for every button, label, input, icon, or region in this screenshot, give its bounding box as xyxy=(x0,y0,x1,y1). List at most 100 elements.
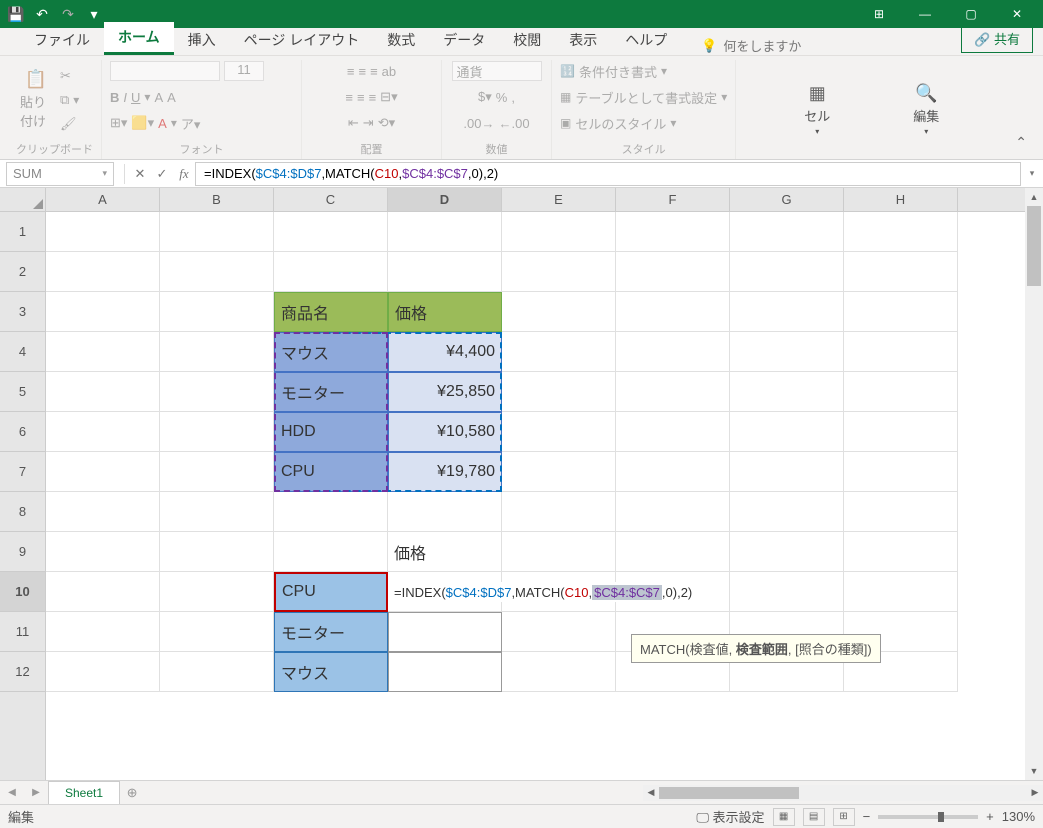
sheet-tab-1[interactable]: Sheet1 xyxy=(48,781,120,804)
indent-decrease-icon[interactable]: ⇤ xyxy=(348,115,359,131)
col-header-G[interactable]: G xyxy=(730,188,844,211)
tab-insert[interactable]: 挿入 xyxy=(174,25,230,55)
cell-D6[interactable]: ¥10,580 xyxy=(388,412,502,452)
cell-C12[interactable]: マウス xyxy=(274,652,388,692)
font-size-dropdown[interactable]: 11 xyxy=(224,61,264,81)
merge-button[interactable]: ⊟▾ xyxy=(380,89,397,105)
phonetic-button[interactable]: ア▾ xyxy=(181,114,201,133)
enter-formula-button[interactable]: ✓ xyxy=(151,163,173,185)
tab-review[interactable]: 校閲 xyxy=(499,25,555,55)
cells-area[interactable]: 商品名価格 マウス¥4,400 モニター¥25,850 HDD¥10,580 C… xyxy=(46,212,1025,692)
cells-button[interactable]: ▦セル▾ xyxy=(797,79,837,140)
sheet-nav-next[interactable]: ▶ xyxy=(24,781,48,805)
cell-C7[interactable]: CPU xyxy=(274,452,388,492)
zoom-out-button[interactable]: − xyxy=(863,809,871,824)
row-header-5[interactable]: 5 xyxy=(0,372,45,412)
row-header-9[interactable]: 9 xyxy=(0,532,45,572)
font-shrink-button[interactable]: A xyxy=(167,90,176,105)
editing-button[interactable]: 🔍編集▾ xyxy=(906,79,946,140)
display-settings-button[interactable]: 🖵 表示設定 xyxy=(696,807,764,826)
row-header-1[interactable]: 1 xyxy=(0,212,45,252)
collapse-ribbon-button[interactable]: ⌃ xyxy=(1007,126,1035,159)
increase-decimal-button[interactable]: .00→ xyxy=(463,116,494,131)
tab-formulas[interactable]: 数式 xyxy=(373,25,429,55)
hscrollbar-thumb[interactable] xyxy=(659,787,799,799)
col-header-C[interactable]: C xyxy=(274,188,388,211)
row-header-4[interactable]: 4 xyxy=(0,332,45,372)
tab-view[interactable]: 表示 xyxy=(555,25,611,55)
zoom-slider[interactable] xyxy=(878,815,978,819)
scroll-up-icon[interactable]: ▲ xyxy=(1025,188,1043,206)
col-header-H[interactable]: H xyxy=(844,188,958,211)
page-layout-view-icon[interactable]: ▤ xyxy=(803,808,825,826)
cell-D7[interactable]: ¥19,780 xyxy=(388,452,502,492)
row-header-12[interactable]: 12 xyxy=(0,652,45,692)
align-bottom-icon[interactable]: ≡ xyxy=(370,64,378,79)
font-name-dropdown[interactable] xyxy=(110,61,220,81)
align-left-icon[interactable]: ≡ xyxy=(345,90,353,105)
align-top-icon[interactable]: ≡ xyxy=(347,64,355,79)
cell-D5[interactable]: ¥25,850 xyxy=(388,372,502,412)
tab-file[interactable]: ファイル xyxy=(20,25,104,55)
zoom-level[interactable]: 130% xyxy=(1002,809,1035,824)
align-right-icon[interactable]: ≡ xyxy=(369,90,377,105)
conditional-format-button[interactable]: 🔢 条件付き書式▾ xyxy=(560,60,667,82)
cell-C5[interactable]: モニター xyxy=(274,372,388,412)
align-center-icon[interactable]: ≡ xyxy=(357,90,365,105)
tab-data[interactable]: データ xyxy=(429,25,499,55)
save-icon[interactable]: 💾 xyxy=(4,2,28,26)
cell-D3[interactable]: 価格 xyxy=(388,292,502,332)
col-header-A[interactable]: A xyxy=(46,188,160,211)
cell-styles-button[interactable]: ▣ セルのスタイル▾ xyxy=(560,112,676,134)
wrap-text-button[interactable]: ab xyxy=(382,64,396,79)
undo-icon[interactable]: ↶ xyxy=(30,2,54,26)
tab-home[interactable]: ホーム xyxy=(104,22,174,55)
paste-button[interactable]: 📋貼り付け xyxy=(16,65,56,134)
cancel-formula-button[interactable]: ✕ xyxy=(129,163,151,185)
page-break-view-icon[interactable]: ⊞ xyxy=(833,808,855,826)
select-all-corner[interactable] xyxy=(0,188,45,212)
col-header-F[interactable]: F xyxy=(616,188,730,211)
row-header-3[interactable]: 3 xyxy=(0,292,45,332)
number-format-dropdown[interactable]: 通貨 xyxy=(452,61,542,81)
copy-button[interactable]: ⧉▾ xyxy=(60,89,79,111)
orientation-button[interactable]: ⟲▾ xyxy=(378,115,395,131)
scroll-right-icon[interactable]: ▶ xyxy=(1027,785,1043,801)
underline-button[interactable]: U xyxy=(131,90,140,105)
align-middle-icon[interactable]: ≡ xyxy=(358,64,366,79)
add-sheet-button[interactable]: ⊕ xyxy=(120,785,144,801)
formula-input[interactable]: =INDEX($C$4:$D$7,MATCH(C10,$C$4:$C$7,0),… xyxy=(195,162,1021,186)
cut-button[interactable]: ✂ xyxy=(60,65,79,87)
tab-pagelayout[interactable]: ページ レイアウト xyxy=(230,25,374,55)
ribbon-display-icon[interactable]: ⊞ xyxy=(857,0,901,28)
format-painter-button[interactable]: 🖌 xyxy=(60,113,79,135)
cell-C10[interactable]: CPU xyxy=(274,572,388,612)
row-header-10[interactable]: 10 xyxy=(0,572,45,612)
fill-color-button[interactable]: 🟨▾ xyxy=(131,115,154,131)
row-header-11[interactable]: 11 xyxy=(0,612,45,652)
cell-D4[interactable]: ¥4,400 xyxy=(388,332,502,372)
expand-formula-bar-button[interactable]: ▾ xyxy=(1021,163,1043,185)
scroll-left-icon[interactable]: ◀ xyxy=(643,785,659,801)
sheet-nav-prev[interactable]: ◀ xyxy=(0,781,24,805)
tell-me-search[interactable]: 💡何をしますか xyxy=(701,36,801,55)
italic-button[interactable]: I xyxy=(123,90,127,105)
row-header-8[interactable]: 8 xyxy=(0,492,45,532)
row-header-7[interactable]: 7 xyxy=(0,452,45,492)
col-header-B[interactable]: B xyxy=(160,188,274,211)
scroll-down-icon[interactable]: ▼ xyxy=(1025,762,1043,780)
row-header-2[interactable]: 2 xyxy=(0,252,45,292)
decrease-decimal-button[interactable]: ←.00 xyxy=(499,116,530,131)
minimize-icon[interactable]: — xyxy=(903,0,947,28)
col-header-D[interactable]: D xyxy=(388,188,502,211)
normal-view-icon[interactable]: ▦ xyxy=(773,808,795,826)
bold-button[interactable]: B xyxy=(110,90,119,105)
comma-button[interactable]: , xyxy=(511,90,515,105)
font-grow-button[interactable]: A xyxy=(154,90,163,105)
vertical-scrollbar[interactable]: ▲ ▼ xyxy=(1025,188,1043,780)
border-button[interactable]: ⊞▾ xyxy=(110,115,127,131)
cell-D9[interactable]: 価格 xyxy=(388,532,502,572)
indent-increase-icon[interactable]: ⇥ xyxy=(363,115,374,131)
col-header-E[interactable]: E xyxy=(502,188,616,211)
share-button[interactable]: 🔗 共有 xyxy=(961,24,1033,53)
